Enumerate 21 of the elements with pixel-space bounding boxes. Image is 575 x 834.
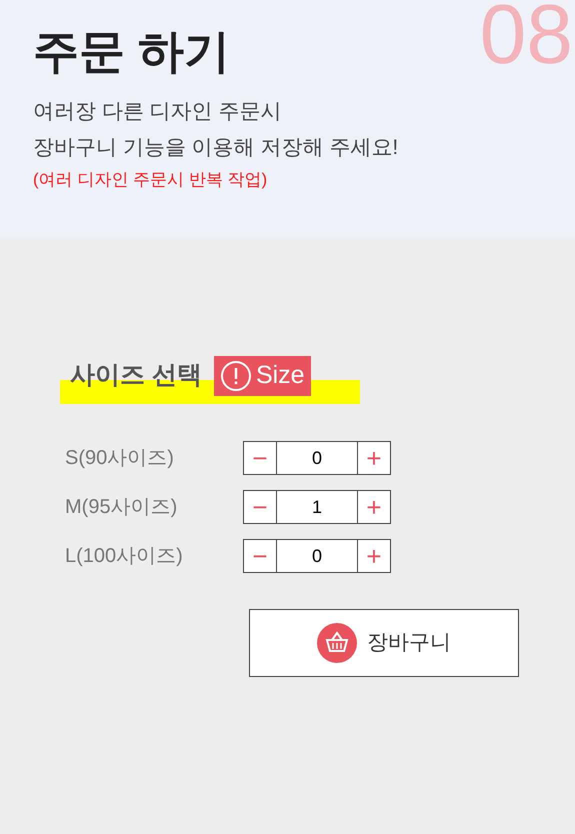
quantity-field[interactable]: 0: [277, 539, 357, 573]
description-text: 여러장 다른 디자인 주문시: [33, 99, 283, 126]
cart-button[interactable]: 장바구니: [249, 609, 519, 677]
size-label: L(100사이즈): [64, 544, 184, 569]
increment-button[interactable]: +: [357, 490, 391, 524]
step-number: 08: [480, 0, 573, 76]
increment-button[interactable]: +: [357, 441, 391, 475]
size-badge: Size: [214, 356, 311, 396]
decrement-button[interactable]: −: [243, 490, 277, 524]
size-label: M(95사이즈): [64, 495, 178, 520]
basket-icon: [317, 623, 357, 663]
size-label: S(90사이즈): [64, 446, 175, 471]
page-title: 주문 하기: [33, 24, 230, 79]
quantity-field[interactable]: 1: [277, 490, 357, 524]
increment-button[interactable]: +: [357, 539, 391, 573]
alert-icon: [220, 360, 252, 392]
note-text: (여러 디자인 주문시 반복 작업): [33, 169, 268, 192]
decrement-button[interactable]: −: [243, 539, 277, 573]
description-text: 장바구니 기능을 이용해 저장해 주세요!: [33, 135, 400, 162]
quantity-field[interactable]: 0: [277, 441, 357, 475]
decrement-button[interactable]: −: [243, 441, 277, 475]
